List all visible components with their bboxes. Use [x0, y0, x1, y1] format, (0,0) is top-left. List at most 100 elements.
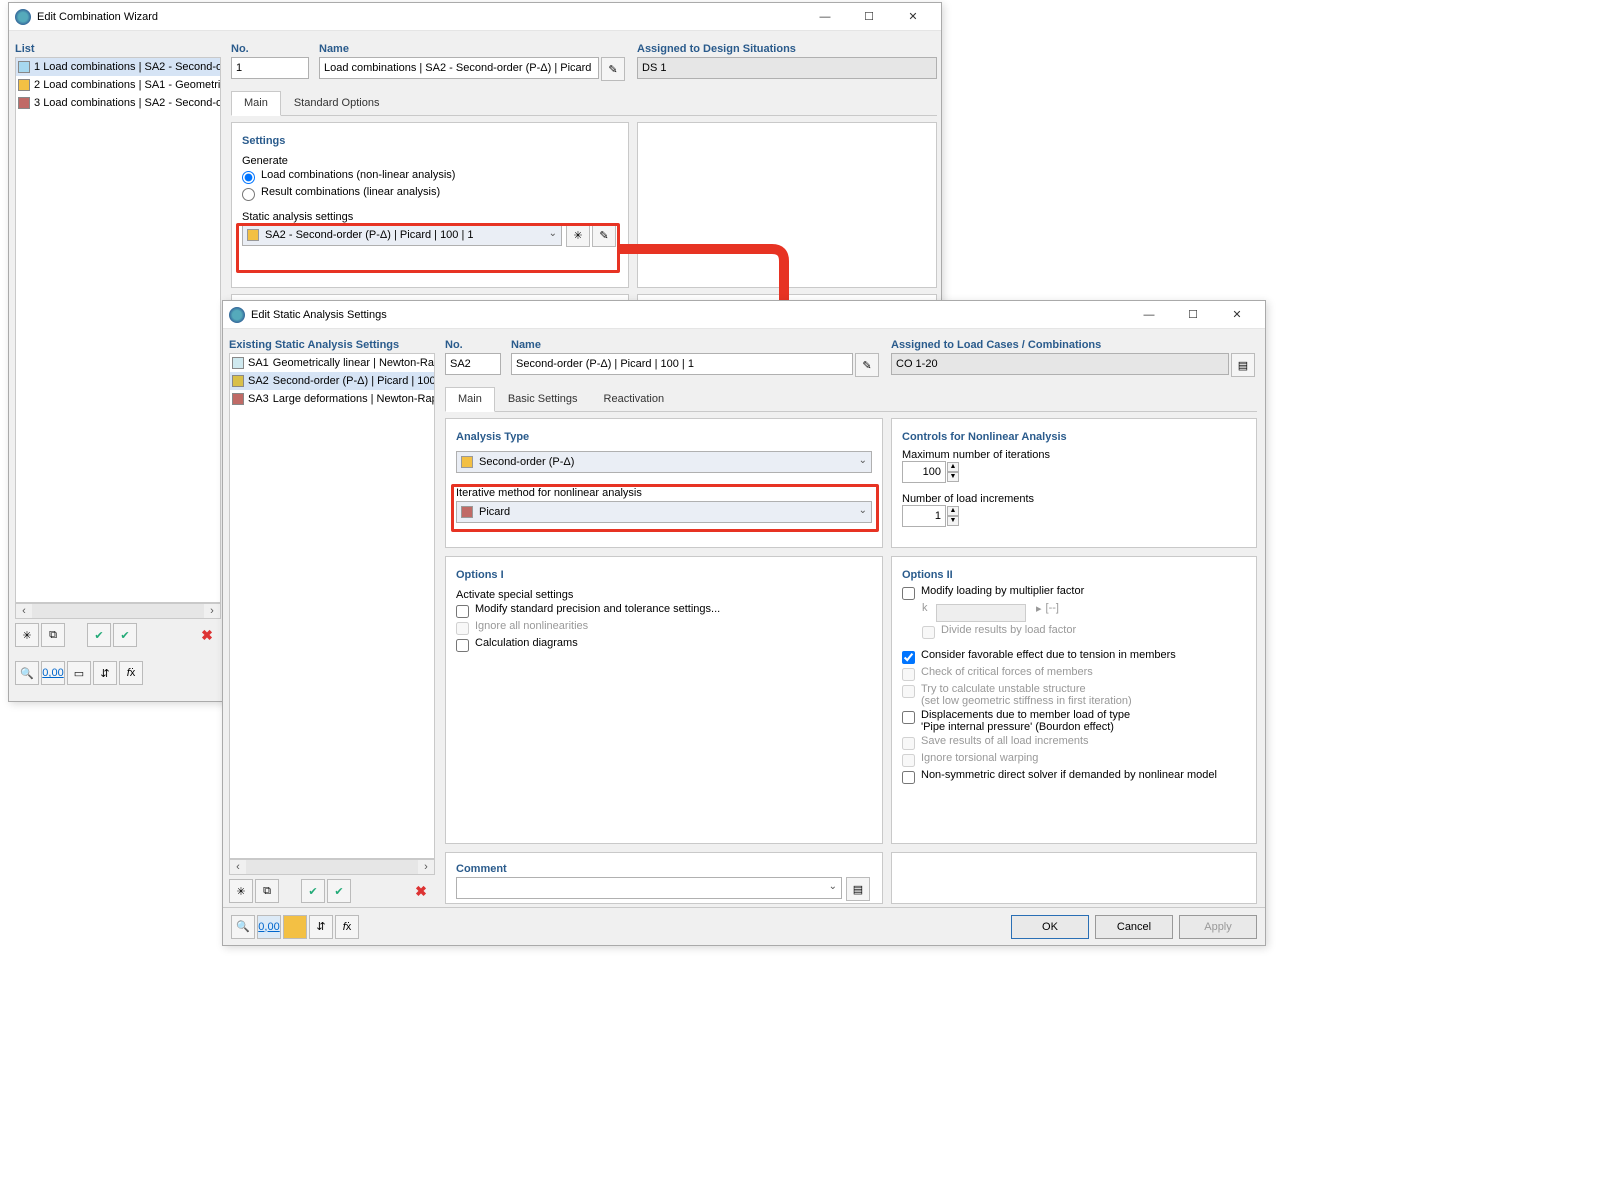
tabs: Main Basic Settings Reactivation	[445, 387, 1257, 412]
new-icon[interactable]: ✳	[229, 879, 253, 903]
nli-label: Number of load increments	[902, 493, 1246, 505]
sas-edit-icon[interactable]: ✎	[592, 223, 616, 247]
tab-main[interactable]: Main	[231, 91, 281, 116]
tab-standard-options[interactable]: Standard Options	[281, 91, 393, 115]
k-factor-row: k ▸[--]	[922, 602, 1246, 622]
sas-value: SA2 - Second-order (P-Δ) | Picard | 100 …	[265, 229, 474, 241]
h-scrollbar[interactable]: ‹›	[229, 859, 435, 875]
assigned-label: Assigned to Design Situations	[637, 39, 937, 57]
content: No. Name ✎ Assigned to Load Cases / Comb…	[445, 335, 1257, 904]
list-heading: List	[15, 39, 221, 57]
box-icon[interactable]: ▭	[67, 661, 91, 685]
radio-linear[interactable]: Result combinations (linear analysis)	[242, 186, 618, 201]
sas-dropdown[interactable]: SA2 - Second-order (P-Δ) | Picard | 100 …	[242, 224, 562, 246]
tree-icon[interactable]: ⇵	[93, 661, 117, 685]
iterative-method-dropdown[interactable]: Picard⌄	[456, 501, 872, 523]
maximize-button[interactable]: ☐	[1171, 302, 1215, 328]
list-item[interactable]: 2 Load combinations | SA1 - Geometric	[16, 76, 220, 94]
no-input[interactable]	[445, 353, 501, 375]
window-title: Edit Combination Wizard	[37, 11, 803, 23]
apply-button[interactable]: Apply	[1179, 915, 1257, 939]
nli-spinner[interactable]: ▲▼	[902, 505, 1246, 527]
edit-name-icon[interactable]: ✎	[601, 57, 625, 81]
settings-heading: Settings	[242, 131, 618, 149]
chevron-down-icon: ⌄	[859, 455, 867, 466]
list-item[interactable]: 3 Load combinations | SA2 - Second-o	[16, 94, 220, 112]
atype-heading: Analysis Type	[456, 427, 872, 445]
list-item[interactable]: SA3Large deformations | Newton-Rap	[230, 390, 434, 408]
radio-nonlinear[interactable]: Load combinations (non-linear analysis)	[242, 169, 618, 184]
list-item[interactable]: SA2Second-order (P-Δ) | Picard | 100 |	[230, 372, 434, 390]
comment-heading: Comment	[456, 859, 872, 877]
assigned-lc-label: Assigned to Load Cases / Combinations	[891, 335, 1257, 353]
analysis-type-dropdown[interactable]: Second-order (P-Δ)⌄	[456, 451, 872, 473]
sas-label: Static analysis settings	[242, 211, 618, 223]
chk-nonsym-solver[interactable]: Non-symmetric direct solver if demanded …	[902, 769, 1246, 784]
check-icon[interactable]: ✔	[87, 623, 111, 647]
search-icon[interactable]: 🔍	[231, 915, 255, 939]
header-fields: No. Name ✎ Assigned to Design Situations…	[231, 39, 937, 319]
wizard-list[interactable]: 1 Load combinations | SA2 - Second-o 2 L…	[15, 57, 221, 603]
chk-precision[interactable]: Modify standard precision and tolerance …	[456, 603, 872, 618]
check2-icon[interactable]: ✔	[327, 879, 351, 903]
tab-main[interactable]: Main	[445, 387, 495, 412]
chk-divide: Divide results by load factor	[922, 624, 1246, 639]
close-button[interactable]: ✕	[891, 4, 935, 30]
ok-button[interactable]: OK	[1011, 915, 1089, 939]
assigned-lc-icon[interactable]: ▤	[1231, 353, 1255, 377]
check-icon[interactable]: ✔	[301, 879, 325, 903]
chk-multiplier[interactable]: Modify loading by multiplier factor	[902, 585, 1246, 600]
generate-label: Generate	[242, 155, 618, 167]
settings-panel: Settings Generate Load combinations (non…	[231, 122, 629, 288]
chk-tension[interactable]: Consider favorable effect due to tension…	[902, 649, 1246, 664]
new-icon[interactable]: ✳	[15, 623, 39, 647]
delete-icon[interactable]: ✖	[195, 623, 219, 647]
minimize-button[interactable]: —	[1127, 302, 1171, 328]
no-input[interactable]	[231, 57, 309, 79]
minimize-button[interactable]: —	[803, 4, 847, 30]
search-icon[interactable]: 🔍	[15, 661, 39, 685]
existing-list[interactable]: SA1Geometrically linear | Newton-Rap SA2…	[229, 353, 435, 859]
list-item[interactable]: SA1Geometrically linear | Newton-Rap	[230, 354, 434, 372]
options2-panel: Options II Modify loading by multiplier …	[891, 556, 1257, 844]
comment-right-blank	[891, 852, 1257, 904]
chk-pipe[interactable]: Displacements due to member load of type…	[902, 709, 1246, 733]
comment-combo[interactable]: ⌄	[456, 877, 842, 899]
edit-name-icon[interactable]: ✎	[855, 353, 879, 377]
close-button[interactable]: ✕	[1215, 302, 1259, 328]
chk-calc-diagrams[interactable]: Calculation diagrams	[456, 637, 872, 652]
chevron-down-icon: ⌄	[859, 505, 867, 516]
fx-icon[interactable]: fẋ	[335, 915, 359, 939]
dialog-footer: 🔍 0,00 ⇵ fẋ OK Cancel Apply	[223, 907, 1265, 945]
sas-new-icon[interactable]: ✳	[566, 223, 590, 247]
copy-icon[interactable]: ⧉	[255, 879, 279, 903]
tab-basic-settings[interactable]: Basic Settings	[495, 387, 591, 411]
right-blank-panel	[637, 122, 937, 288]
copy-icon[interactable]: ⧉	[41, 623, 65, 647]
h-scrollbar[interactable]: ‹›	[15, 603, 221, 619]
decimals-icon[interactable]: 0,00	[41, 661, 65, 685]
name-input[interactable]	[319, 57, 599, 79]
activate-special-label: Activate special settings	[456, 589, 872, 601]
color-icon[interactable]	[283, 915, 307, 939]
left-pane: List 1 Load combinations | SA2 - Second-…	[15, 39, 221, 685]
decimals-icon[interactable]: 0,00	[257, 915, 281, 939]
options1-heading: Options I	[456, 565, 872, 583]
delete-icon[interactable]: ✖	[409, 879, 433, 903]
tree-icon[interactable]: ⇵	[309, 915, 333, 939]
maxit-spinner[interactable]: ▲▼	[902, 461, 1246, 483]
maximize-button[interactable]: ☐	[847, 4, 891, 30]
chk-unstable: Try to calculate unstable structure(set …	[902, 683, 1246, 707]
name-label: Name	[511, 335, 881, 353]
cancel-button[interactable]: Cancel	[1095, 915, 1173, 939]
tab-reactivation[interactable]: Reactivation	[591, 387, 678, 411]
comment-btn[interactable]: ▤	[846, 877, 870, 901]
check2-icon[interactable]: ✔	[113, 623, 137, 647]
chk-warping: Ignore torsional warping	[902, 752, 1246, 767]
analysis-type-panel: Analysis Type Second-order (P-Δ)⌄ Iterat…	[445, 418, 883, 548]
controls-panel: Controls for Nonlinear Analysis Maximum …	[891, 418, 1257, 548]
list-item[interactable]: 1 Load combinations | SA2 - Second-o	[16, 58, 220, 76]
iter-label: Iterative method for nonlinear analysis	[456, 487, 872, 499]
name-input[interactable]	[511, 353, 853, 375]
fx-icon[interactable]: fẋ	[119, 661, 143, 685]
